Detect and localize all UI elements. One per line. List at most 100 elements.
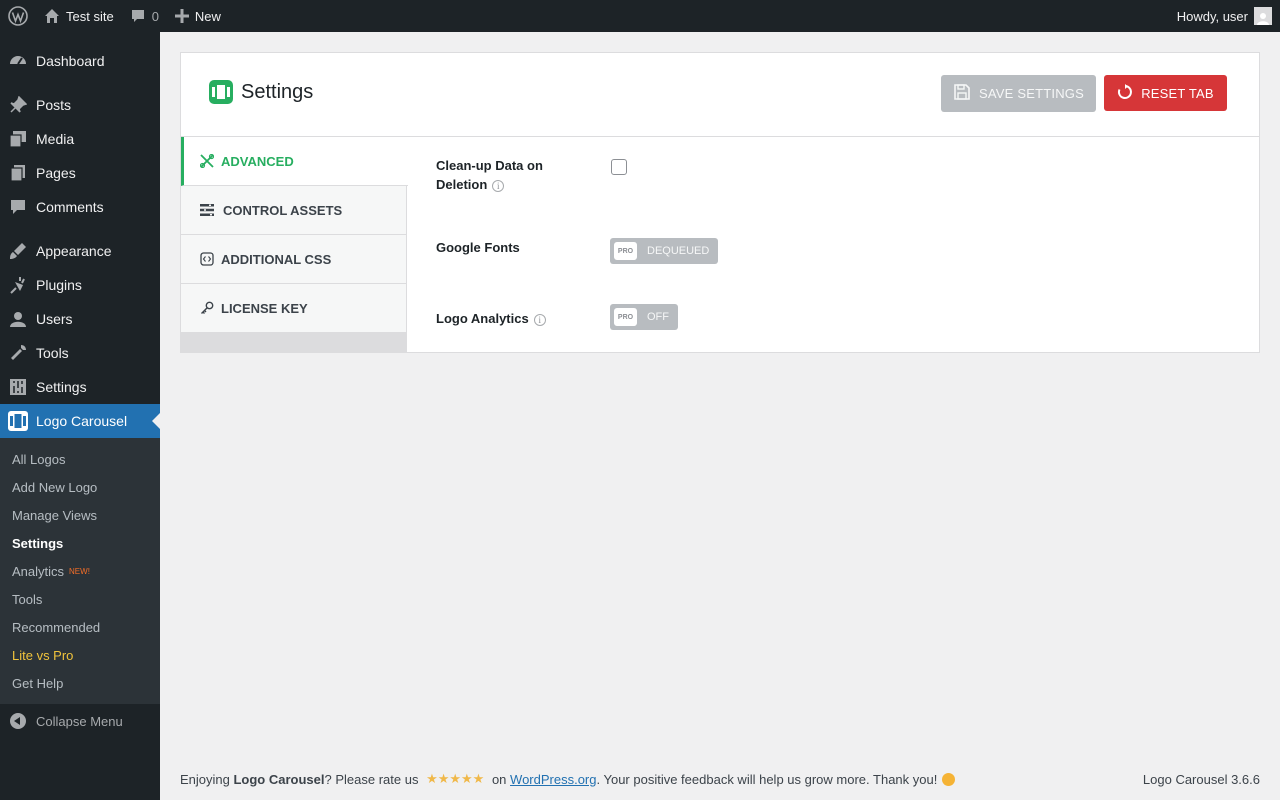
menu-label: Users bbox=[36, 311, 73, 327]
tab-label: ADVANCED bbox=[221, 153, 294, 169]
comment-icon bbox=[130, 8, 146, 24]
code-icon bbox=[199, 251, 215, 267]
footer-text-2: ? Please rate us bbox=[324, 771, 423, 787]
submenu-settings[interactable]: Settings bbox=[0, 529, 160, 557]
google-fonts-toggle[interactable]: PRO DEQUEUED bbox=[610, 238, 719, 264]
account-menu[interactable]: Howdy, user bbox=[1169, 0, 1280, 32]
reset-label: RESET TAB bbox=[1141, 85, 1214, 101]
tab-label: LICENSE KEY bbox=[221, 300, 308, 316]
avatar bbox=[1254, 7, 1272, 25]
site-name-link[interactable]: Test site bbox=[36, 0, 122, 32]
pro-badge: PRO bbox=[614, 308, 637, 326]
brush-icon bbox=[8, 241, 28, 261]
pin-icon bbox=[8, 95, 28, 115]
menu-label: Comments bbox=[36, 199, 104, 215]
tab-license-key[interactable]: LICENSE KEY bbox=[181, 284, 407, 333]
collapse-label: Collapse Menu bbox=[36, 713, 123, 729]
menu-comments[interactable]: Comments bbox=[0, 190, 160, 224]
submenu-tools[interactable]: Tools bbox=[0, 585, 160, 613]
menu-users[interactable]: Users bbox=[0, 302, 160, 336]
menu-settings[interactable]: Settings bbox=[0, 370, 160, 404]
save-settings-button[interactable]: SAVE SETTINGS bbox=[941, 75, 1096, 112]
admin-footer: Enjoying Logo Carousel ? Please rate us … bbox=[180, 770, 1260, 788]
logo-analytics-toggle[interactable]: PRO OFF bbox=[610, 304, 678, 330]
rating-stars[interactable]: ★★★★★ bbox=[426, 771, 484, 787]
toggle-state: DEQUEUED bbox=[647, 245, 710, 257]
smiley-icon bbox=[942, 772, 956, 786]
wrench-icon bbox=[8, 343, 28, 363]
footer-text-4: . Your positive feedback will help us gr… bbox=[596, 771, 938, 787]
greeting: Howdy, user bbox=[1176, 8, 1248, 24]
menu-label: Plugins bbox=[36, 277, 82, 293]
wordpress-org-link[interactable]: WordPress.org bbox=[510, 772, 596, 787]
panel-body: ADVANCED CONTROL ASSETS ADDITIONAL CSS L… bbox=[181, 137, 1259, 353]
menu-label: Media bbox=[36, 131, 75, 147]
info-icon[interactable]: i bbox=[492, 179, 505, 192]
cleanup-label-text: Deletion bbox=[436, 177, 488, 192]
logo-carousel-submenu: All Logos Add New Logo Manage Views Sett… bbox=[0, 438, 160, 704]
menu-label: Posts bbox=[36, 97, 72, 113]
cleanup-label: Clean-up Data on Deletion i bbox=[436, 156, 543, 194]
toggle-state: OFF bbox=[647, 311, 669, 323]
menu-posts[interactable]: Posts bbox=[0, 88, 160, 122]
admin-sidebar: Dashboard Posts Media Pages Comments App… bbox=[0, 32, 160, 800]
menu-label: Tools bbox=[36, 345, 69, 361]
settings-panel: Settings SAVE SETTINGS RESET TAB ADVANCE… bbox=[180, 52, 1260, 353]
page-title: Settings bbox=[241, 81, 314, 103]
submenu-recommended[interactable]: Recommended bbox=[0, 613, 160, 641]
collapse-icon bbox=[10, 713, 26, 729]
pages-icon bbox=[8, 163, 28, 183]
comments-link[interactable]: 0 bbox=[122, 0, 167, 32]
new-label: New bbox=[194, 8, 221, 24]
plus-icon bbox=[174, 9, 189, 23]
menu-appearance[interactable]: Appearance bbox=[0, 234, 160, 268]
menu-label: Dashboard bbox=[36, 53, 105, 69]
cleanup-label-line2: Deletion i bbox=[436, 175, 543, 194]
new-content-link[interactable]: New bbox=[167, 0, 229, 32]
submenu-all-logos[interactable]: All Logos bbox=[0, 445, 160, 473]
submenu-add-new-logo[interactable]: Add New Logo bbox=[0, 473, 160, 501]
menu-tools[interactable]: Tools bbox=[0, 336, 160, 370]
wordpress-logo-icon[interactable] bbox=[0, 0, 36, 32]
sliders-icon bbox=[8, 377, 28, 397]
panel-header: Settings SAVE SETTINGS RESET TAB bbox=[181, 53, 1259, 137]
plug-icon bbox=[8, 275, 28, 295]
menu-media[interactable]: Media bbox=[0, 122, 160, 156]
plugin-logo-icon bbox=[209, 80, 233, 104]
reset-tab-button[interactable]: RESET TAB bbox=[1104, 75, 1227, 111]
sliders-icon bbox=[199, 202, 215, 218]
footer-text-3: on bbox=[488, 771, 511, 787]
tab-additional-css[interactable]: ADDITIONAL CSS bbox=[181, 235, 407, 284]
submenu-get-help[interactable]: Get Help bbox=[0, 669, 160, 697]
submenu-label: Analytics bbox=[12, 563, 65, 579]
collapse-menu-button[interactable]: Collapse Menu bbox=[0, 704, 160, 738]
info-icon[interactable]: i bbox=[533, 313, 546, 326]
tools-icon bbox=[199, 153, 215, 169]
tab-advanced[interactable]: ADVANCED bbox=[181, 137, 408, 186]
settings-tabs: ADVANCED CONTROL ASSETS ADDITIONAL CSS L… bbox=[181, 137, 408, 353]
cleanup-checkbox[interactable] bbox=[611, 159, 627, 175]
comment-icon bbox=[8, 197, 28, 217]
submenu-lite-vs-pro[interactable]: Lite vs Pro bbox=[0, 641, 160, 669]
new-badge: NEW! bbox=[69, 566, 90, 576]
home-icon bbox=[44, 8, 60, 24]
media-icon bbox=[8, 129, 28, 149]
site-name: Test site bbox=[66, 8, 114, 24]
logo-analytics-text: Logo Analytics bbox=[436, 311, 529, 326]
tab-label: CONTROL ASSETS bbox=[223, 202, 343, 218]
carousel-icon bbox=[8, 411, 28, 431]
submenu-manage-views[interactable]: Manage Views bbox=[0, 501, 160, 529]
submenu-analytics[interactable]: Analytics NEW! bbox=[0, 557, 160, 585]
key-icon bbox=[199, 300, 215, 316]
menu-pages[interactable]: Pages bbox=[0, 156, 160, 190]
footer-plugin-name: Logo Carousel bbox=[233, 771, 325, 787]
tab-control-assets[interactable]: CONTROL ASSETS bbox=[181, 186, 407, 235]
footer-text-1: Enjoying bbox=[180, 771, 234, 787]
menu-logo-carousel[interactable]: Logo Carousel bbox=[0, 404, 160, 438]
menu-plugins[interactable]: Plugins bbox=[0, 268, 160, 302]
menu-dashboard[interactable]: Dashboard bbox=[0, 44, 160, 78]
save-icon bbox=[953, 83, 979, 104]
comments-count: 0 bbox=[151, 8, 159, 24]
admin-bar: Test site 0 New Howdy, user bbox=[0, 0, 1280, 32]
dashboard-icon bbox=[8, 51, 28, 71]
